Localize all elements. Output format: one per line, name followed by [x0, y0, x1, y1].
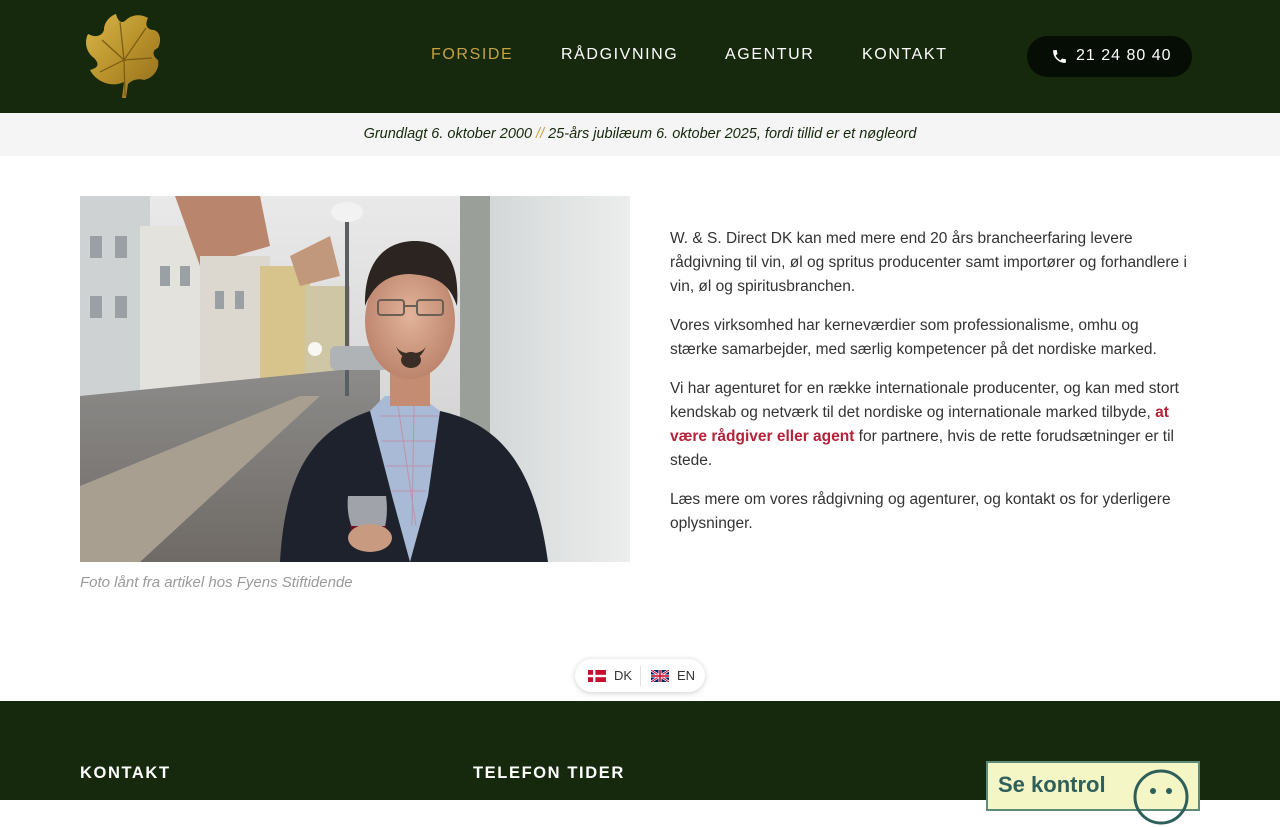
portrait-photo — [80, 196, 630, 562]
intro-text: W. & S. Direct DK kan med mere end 20 år… — [670, 227, 1188, 551]
phone-number: 21 24 80 40 — [1076, 47, 1172, 64]
smiley-icon — [1133, 769, 1189, 825]
nav-raadgivning[interactable]: RÅDGIVNING — [561, 46, 678, 64]
tagline-anniversary: 25-års jubilæum 6. oktober 2025, fordi t… — [548, 126, 917, 142]
nav-agentur[interactable]: AGENTUR — [725, 46, 814, 64]
site-footer: KONTAKT TELEFON TIDER Se kontrol — [0, 701, 1280, 825]
photo-caption: Foto lånt fra artikel hos Fyens Stiftide… — [80, 574, 353, 591]
tagline-founded: Grundlagt 6. oktober 2000 — [363, 126, 533, 142]
language-dk-label: DK — [614, 668, 633, 683]
phone-button[interactable]: 21 24 80 40 — [1027, 36, 1192, 77]
footer-contact-heading: KONTAKT — [80, 764, 171, 782]
language-en-label: EN — [677, 668, 696, 683]
phone-icon — [1053, 50, 1066, 63]
tagline-bar: Grundlagt 6. oktober 2000//25-års jubilæ… — [0, 113, 1280, 156]
intro-paragraph-4: Læs mere om vores rådgivning og agenture… — [670, 491, 1171, 532]
nav-forside[interactable]: FORSIDE — [431, 46, 513, 64]
site-header: FORSIDE RÅDGIVNING AGENTUR KONTAKT 21 24… — [0, 0, 1280, 113]
nav-kontakt[interactable]: KONTAKT — [862, 46, 948, 64]
language-divider — [640, 666, 641, 686]
intro-paragraph-2: Vores virksomhed har kerneværdier som pr… — [670, 317, 1157, 358]
grape-leaf-icon — [86, 14, 161, 98]
logo-link[interactable] — [82, 12, 164, 100]
paragraph-3-text-before: Vi har agenturet for en række internatio… — [670, 380, 1179, 421]
danish-flag-icon — [588, 670, 606, 682]
intro-paragraph-1: W. & S. Direct DK kan med mere end 20 år… — [670, 230, 1187, 295]
footer-phone-hours-heading: TELEFON TIDER — [473, 764, 625, 782]
badge-text: Se kontrol — [998, 772, 1106, 797]
smiley-inspection-badge[interactable]: Se kontrol — [986, 761, 1200, 825]
uk-flag-icon — [651, 670, 669, 682]
intro-paragraph-3: Vi har agenturet for en række internatio… — [670, 377, 1188, 473]
tagline-separator: // — [536, 126, 545, 142]
